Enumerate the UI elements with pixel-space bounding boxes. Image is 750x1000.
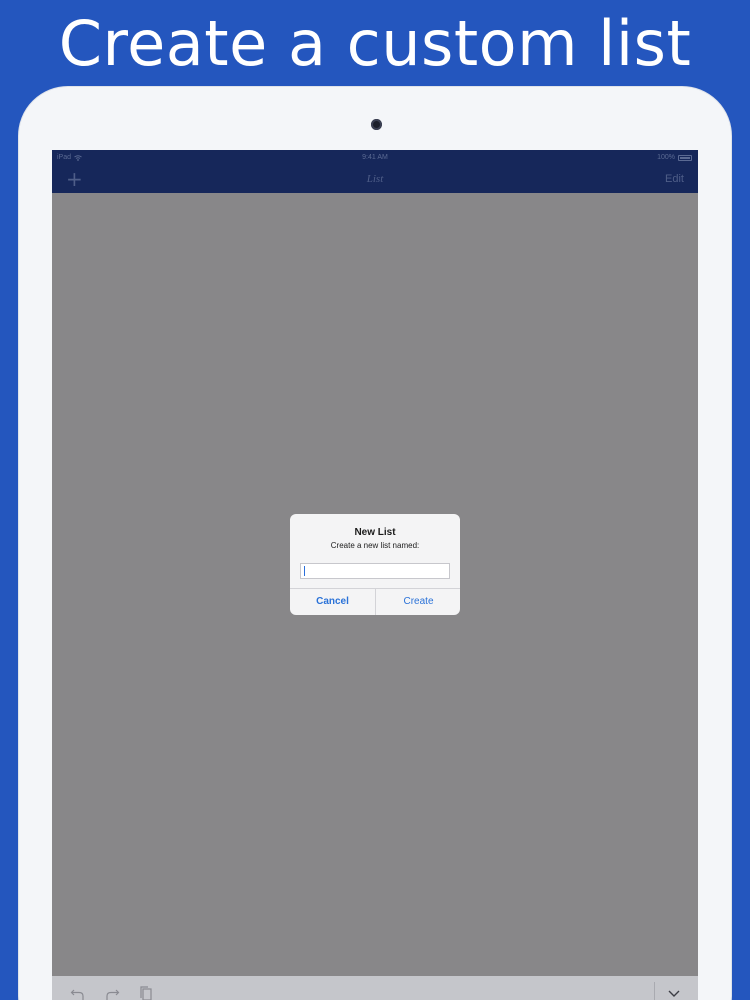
status-time: 9:41 AM [362, 154, 388, 161]
edit-button[interactable]: Edit [665, 173, 684, 185]
new-list-dialog: New List Create a new list named: Cancel… [290, 514, 460, 615]
dialog-title: New List [354, 527, 396, 538]
keyboard-toolbar [52, 976, 698, 1000]
dialog-message: Create a new list named: [330, 541, 420, 550]
cancel-button[interactable]: Cancel [290, 589, 375, 615]
toolbar-separator [654, 982, 655, 1000]
undo-icon[interactable] [70, 986, 86, 1000]
headline: Create a custom list [58, 7, 692, 80]
list-name-input[interactable] [300, 563, 450, 579]
keyboard-dismiss-icon[interactable] [666, 986, 682, 1000]
nav-bar: + List Edit [52, 166, 698, 193]
status-battery: 100% [657, 154, 692, 161]
app-screen: iPad 9:41 AM 100% + List Edit New List C… [52, 150, 698, 1000]
status-bar: iPad 9:41 AM 100% [52, 150, 698, 166]
battery-icon [678, 154, 692, 161]
text-cursor [304, 566, 305, 576]
redo-icon[interactable] [104, 986, 120, 1000]
paste-icon[interactable] [138, 986, 154, 1000]
camera-icon [371, 119, 382, 130]
battery-percent: 100% [657, 154, 675, 161]
nav-title: List [366, 173, 384, 185]
create-button[interactable]: Create [376, 589, 460, 615]
